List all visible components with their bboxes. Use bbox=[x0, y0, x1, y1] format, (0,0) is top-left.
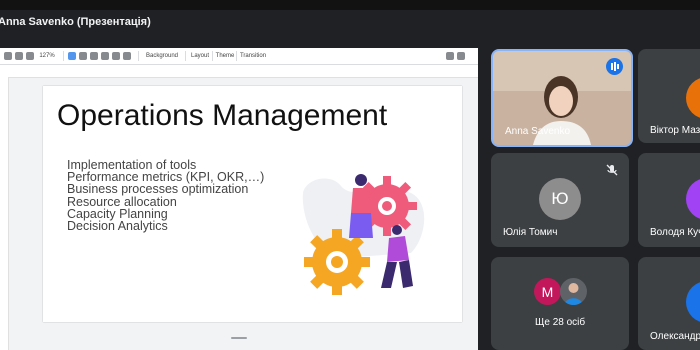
background-menu[interactable]: Background bbox=[142, 51, 182, 61]
participant-tile-oleksandr[interactable]: Олександр bbox=[638, 257, 700, 350]
zoom-value: 127% bbox=[39, 53, 55, 59]
bullet-item: Resource allocation bbox=[67, 194, 177, 209]
avatar bbox=[686, 77, 700, 119]
slide-canvas[interactable]: Operations Management Implementation of … bbox=[43, 86, 462, 322]
textbox-icon[interactable] bbox=[79, 52, 87, 60]
bullet-item: Business processes optimization bbox=[67, 182, 249, 197]
filmstrip-handle[interactable] bbox=[231, 337, 247, 339]
editor-toolbar: 127% Background Layout Theme Transition bbox=[0, 48, 478, 65]
vertical-ruler bbox=[0, 77, 9, 350]
participant-name: Віктор Маз bbox=[650, 125, 700, 136]
theme-menu[interactable]: Theme bbox=[214, 51, 236, 61]
more-participants-tile[interactable]: M Ще 28 осіб bbox=[491, 257, 629, 350]
horizontal-ruler bbox=[0, 65, 478, 78]
avatar bbox=[686, 178, 700, 220]
avatar bbox=[560, 278, 587, 305]
bullet-item: Decision Analytics bbox=[67, 219, 168, 234]
layout-label: Layout bbox=[190, 53, 209, 59]
shared-presentation: 127% Background Layout Theme Transition … bbox=[0, 48, 478, 350]
presenter-title: Anna Savenko (Презентація) bbox=[0, 16, 151, 28]
avatar bbox=[686, 281, 700, 323]
speaking-indicator-icon bbox=[606, 58, 623, 75]
gears-illustration bbox=[302, 174, 425, 295]
image-icon[interactable] bbox=[90, 52, 98, 60]
participant-name: Олександр bbox=[650, 331, 700, 342]
participant-tile-viktor[interactable]: Віктор Маз bbox=[638, 49, 700, 143]
zoom-select[interactable]: 127% bbox=[37, 51, 57, 61]
shape-icon[interactable] bbox=[101, 52, 109, 60]
slide-title: Operations Management bbox=[57, 99, 388, 132]
slide-bullets: Implementation of tools Performance metr… bbox=[67, 159, 264, 234]
paint-format-icon[interactable] bbox=[26, 52, 34, 60]
theme-label: Theme bbox=[215, 53, 235, 59]
cursor-icon[interactable] bbox=[68, 52, 76, 60]
presentation-title-bar: Anna Savenko (Презентація) bbox=[0, 10, 700, 38]
participant-name: Anna Savenko bbox=[505, 126, 571, 137]
top-strip bbox=[0, 0, 700, 10]
undo-icon[interactable] bbox=[4, 52, 12, 60]
transition-label: Transition bbox=[239, 53, 267, 59]
more-participants-label: Ще 28 осіб bbox=[535, 317, 586, 328]
participant-tile-yulia[interactable]: Ю Юлія Томич bbox=[491, 153, 629, 247]
participant-tile-anna[interactable]: Anna Savenko bbox=[491, 49, 633, 147]
transition-menu[interactable]: Transition bbox=[238, 51, 268, 61]
chevron-down-icon[interactable] bbox=[457, 52, 465, 60]
print-icon[interactable] bbox=[15, 52, 23, 60]
avatar: M bbox=[534, 278, 561, 305]
line-icon[interactable] bbox=[112, 52, 120, 60]
background-label: Background bbox=[145, 53, 179, 59]
avatar: Ю bbox=[539, 178, 581, 220]
participant-name: Володя Куч bbox=[650, 227, 700, 238]
comment-icon[interactable] bbox=[123, 52, 131, 60]
mic-off-icon bbox=[606, 164, 618, 176]
pen-icon[interactable] bbox=[446, 52, 454, 60]
layout-menu[interactable]: Layout bbox=[188, 51, 212, 61]
participant-tile-volodya[interactable]: Володя Куч bbox=[638, 153, 700, 247]
participant-name: Юлія Томич bbox=[503, 227, 558, 238]
